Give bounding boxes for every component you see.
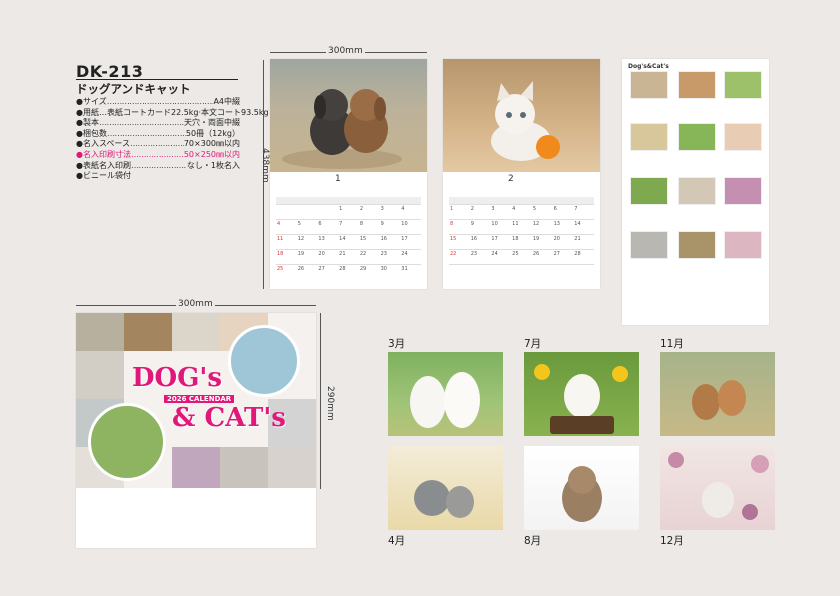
puppies-illustration [282,89,402,169]
thumb-10 [630,231,668,259]
cover-title-cats: & CAT's [172,403,286,433]
thumb-9 [724,177,762,205]
thumb-8 [678,177,716,205]
thumb-11 [678,231,716,259]
month-label-8: 8月 [524,535,542,547]
month-label-7: 7月 [524,338,542,350]
calendar-page-january: 1 1234 4 5 6 7 8 9 10 11 12 13 14 15 16 17 18 19 20 21 2… [270,59,427,289]
cover-width-label: 300mm [176,299,215,309]
month-label-4: 4月 [388,535,406,547]
tabby-kitten-illustration [562,466,602,522]
july-photo [524,352,639,436]
shiba-illustration [692,380,746,420]
thumb-3 [724,71,762,99]
december-photo [660,446,775,530]
collage-tile [76,351,124,399]
spec-row: ●梱包数………………………………………50冊（12kg） [76,128,240,138]
overview-sheet: Dog's&Cat's [622,59,769,325]
collage-tile [76,313,124,351]
kitten-photo [443,59,600,172]
month-number: 1 [335,174,341,184]
thumb-5 [678,123,716,151]
cover-title-dogs: DOG's [132,363,222,393]
thumb-1 [630,71,668,99]
thumb-6 [724,123,762,151]
cat-circle-photo [228,325,300,397]
spec-row: ●用紙…表紙コートカード22.5kg·本文コート93.5kg [76,107,269,117]
puppies-photo [270,59,427,172]
month-label-3: 3月 [388,338,406,350]
calendar-grid: 1234 4 5 6 7 8 9 10 11 12 13 14 15 16 17 18 19 20 21 22 2… [276,197,421,279]
cover-collage: DOG's 2026 CALENDAR & CAT's [76,313,316,488]
thumb-7 [630,177,668,205]
month-number: 2 [508,174,514,184]
spec-row: ●表紙名入印刷…………………………………なし・1枚名入 [76,160,240,170]
cover-height-line [320,313,321,489]
white-puppies-illustration [410,372,480,428]
march-photo [388,352,503,436]
overview-title: Dog's&Cat's [628,63,669,70]
spec-row: ●名入スペース…………………………………70×300㎜以内 [76,139,240,149]
november-photo [660,352,775,436]
april-photo [388,446,503,530]
spec-row: ●製本………………………………………天穴・両面中綴 [76,118,240,128]
cover-height-label: 290mm [325,386,335,421]
height-dimension-label: 438mm [260,148,270,183]
month-label-11: 11月 [660,338,684,350]
product-name: ドッグアンドキャット [76,82,191,96]
kitten-illustration [491,81,560,161]
flower-kitten-illustration [668,452,769,520]
spec-list: ●サイズ……………………………………… A4中綴 ●用紙…表紙コートカード22.5… [76,97,269,182]
collage-tile [124,313,172,351]
puppy-sunflower-illustration [534,364,628,434]
collage-tile [268,447,316,488]
august-photo [524,446,639,530]
collage-tile [220,447,268,488]
collage-tile [172,447,220,488]
spec-row: ●サイズ……………………………………… A4中綴 [76,97,240,106]
spec-row: ●ビニール袋付 [76,171,131,181]
cover-sheet: DOG's 2026 CALENDAR & CAT's [76,313,316,548]
calendar-page-february: 2 1234567 8 9 10 11 12 13 14 15 16 17 18 19 20 21 22… [443,59,600,289]
cover-year: 2026 CALENDAR [164,395,235,403]
thumb-2 [678,71,716,99]
calendar-grid: 1234567 8 9 10 11 12 13 14 15 16 17 18 19 20 21 22 23… [449,197,594,279]
divider [76,79,238,80]
month-label-12: 12月 [660,535,684,547]
grey-kittens-illustration [414,480,474,518]
thumb-4 [630,123,668,151]
collage-tile [172,313,220,351]
dog-circle-photo [88,403,166,481]
spec-row-highlight: ●名入印刷寸法…………………………………50×250㎜以内 [76,149,240,159]
width-dimension-label: 300mm [326,46,365,56]
thumb-12 [724,231,762,259]
